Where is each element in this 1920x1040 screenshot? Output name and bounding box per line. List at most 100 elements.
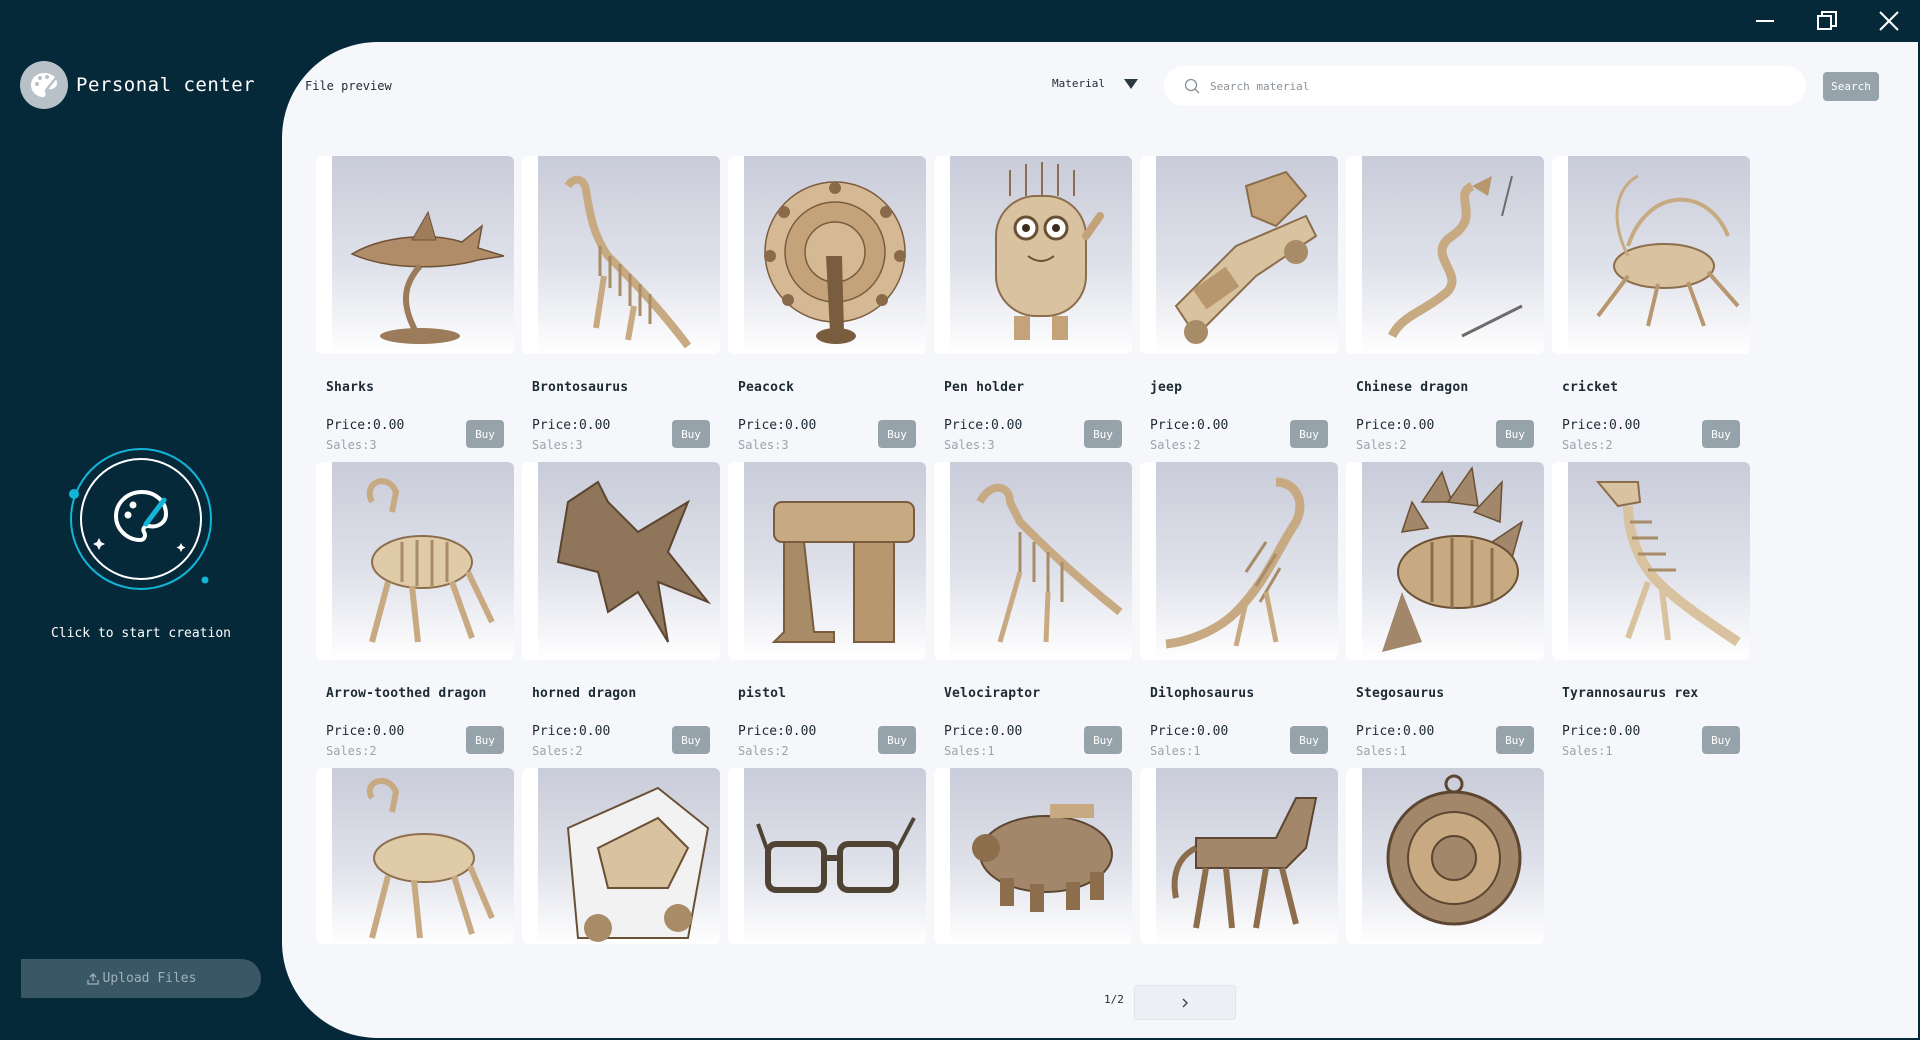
product-card[interactable]	[522, 768, 720, 944]
buy-button[interactable]: Buy	[1084, 420, 1122, 448]
upload-files-label: Upload Files	[102, 971, 197, 986]
product-price: Price:0.00	[532, 724, 611, 739]
product-price: Price:0.00	[326, 418, 405, 433]
product-card[interactable]	[316, 768, 514, 944]
product-card[interactable]: Peacock Price:0.00 Sales:3 Buy	[728, 156, 926, 462]
product-sales: Sales:2	[532, 744, 583, 758]
product-price: Price:0.00	[1150, 418, 1229, 433]
product-name: Peacock	[738, 380, 795, 395]
product-sales: Sales:3	[944, 438, 995, 452]
minimize-icon	[1756, 20, 1774, 22]
product-card[interactable]: Pen holder Price:0.00 Sales:3 Buy	[934, 156, 1132, 462]
product-sales: Sales:3	[532, 438, 583, 452]
material-filter-label: Material	[1052, 77, 1105, 90]
minimize-button[interactable]	[1734, 0, 1796, 42]
buy-button[interactable]: Buy	[672, 726, 710, 754]
product-card[interactable]: Brontosaurus Price:0.00 Sales:3 Buy	[522, 156, 720, 462]
product-card[interactable]: Tyrannosaurus rex Price:0.00 Sales:1 Buy	[1552, 462, 1750, 768]
product-card[interactable]: Sharks Price:0.00 Sales:3 Buy	[316, 156, 514, 462]
product-card[interactable]	[728, 768, 926, 944]
search-box	[1164, 66, 1806, 106]
product-card[interactable]: jeep Price:0.00 Sales:2 Buy	[1140, 156, 1338, 462]
restore-button[interactable]	[1796, 0, 1858, 42]
product-card[interactable]: Stegosaurus Price:0.00 Sales:1 Buy	[1346, 462, 1544, 768]
buy-button[interactable]: Buy	[1084, 726, 1122, 754]
buy-button[interactable]: Buy	[1702, 420, 1740, 448]
product-card[interactable]: Arrow-toothed dragon Price:0.00 Sales:2 …	[316, 462, 514, 768]
start-creation-label: Click to start creation	[50, 626, 231, 641]
product-name: Brontosaurus	[532, 380, 629, 395]
product-thumbnail	[728, 462, 926, 660]
medallion-model-image	[1386, 774, 1522, 926]
buy-button[interactable]: Buy	[672, 420, 710, 448]
dilophosaurus-model-image	[1165, 477, 1305, 649]
product-sales: Sales:2	[326, 744, 377, 758]
product-name: cricket	[1562, 380, 1619, 395]
product-thumbnail	[522, 768, 720, 944]
buy-button[interactable]: Buy	[466, 726, 504, 754]
product-card[interactable]: Dilophosaurus Price:0.00 Sales:1 Buy	[1140, 462, 1338, 768]
velociraptor-model-image	[976, 483, 1123, 643]
start-creation-button[interactable]	[66, 444, 216, 594]
product-card[interactable]: horned dragon Price:0.00 Sales:2 Buy	[522, 462, 720, 768]
product-thumbnail	[728, 156, 926, 354]
product-sales: Sales:1	[1562, 744, 1613, 758]
chevron-right-icon	[1182, 998, 1188, 1007]
buy-button[interactable]: Buy	[1290, 420, 1328, 448]
skeleton-dragon-model-image	[366, 778, 495, 939]
product-card[interactable]: Velociraptor Price:0.00 Sales:1 Buy	[934, 462, 1132, 768]
product-thumbnail	[1140, 768, 1338, 944]
product-card[interactable]: Chinese dragon Price:0.00 Sales:2 Buy	[1346, 156, 1544, 462]
product-card[interactable]: cricket Price:0.00 Sales:2 Buy	[1552, 156, 1750, 462]
buy-button[interactable]: Buy	[1702, 726, 1740, 754]
search-button[interactable]: Search	[1823, 72, 1879, 101]
window-controls	[1734, 0, 1920, 42]
product-card[interactable]	[934, 768, 1132, 944]
product-name: Chinese dragon	[1356, 380, 1469, 395]
upload-files-button[interactable]: Upload Files	[21, 959, 261, 998]
product-card[interactable]	[1140, 768, 1338, 944]
product-thumbnail	[522, 462, 720, 660]
product-sales: Sales:1	[1150, 744, 1201, 758]
product-card[interactable]	[1346, 768, 1544, 944]
product-sales: Sales:2	[1356, 438, 1407, 452]
arrow-toothed-dragon-model-image	[366, 478, 495, 643]
material-filter-dropdown[interactable]: Material	[1052, 77, 1139, 90]
product-sales: Sales:2	[1562, 438, 1613, 452]
creation-palette-icon	[69, 448, 212, 590]
buy-button[interactable]: Buy	[1290, 726, 1328, 754]
product-price: Price:0.00	[1562, 418, 1641, 433]
product-thumbnail	[934, 462, 1132, 660]
buy-button[interactable]: Buy	[1496, 420, 1534, 448]
product-sales: Sales:1	[944, 744, 995, 758]
app-window: Personal center Click to start creation	[0, 0, 1920, 1040]
product-sales: Sales:1	[1356, 744, 1407, 758]
product-thumbnail	[934, 156, 1132, 354]
product-price: Price:0.00	[738, 724, 817, 739]
close-button[interactable]	[1858, 0, 1920, 42]
product-thumbnail	[1140, 462, 1338, 660]
product-thumbnail	[1346, 768, 1544, 944]
product-name: Velociraptor	[944, 686, 1041, 701]
product-card[interactable]: pistol Price:0.00 Sales:2 Buy	[728, 462, 926, 768]
page-indicator: 1/2	[1104, 993, 1124, 1006]
product-price: Price:0.00	[1150, 724, 1229, 739]
buy-button[interactable]: Buy	[466, 420, 504, 448]
buy-button[interactable]: Buy	[1496, 726, 1534, 754]
buy-button[interactable]: Buy	[878, 726, 916, 754]
product-price: Price:0.00	[738, 418, 817, 433]
product-name: Stegosaurus	[1356, 686, 1445, 701]
profile-link[interactable]: Personal center	[20, 61, 255, 109]
tyrannosaurus-rex-model-image	[1595, 481, 1741, 647]
shark-model-image	[350, 210, 505, 344]
product-name: Tyrannosaurus rex	[1562, 686, 1699, 701]
sidebar: Personal center Click to start creation	[0, 0, 282, 1040]
search-input[interactable]	[1208, 78, 1792, 94]
product-thumbnail	[316, 768, 514, 944]
palette-icon	[31, 73, 57, 97]
next-page-button[interactable]	[1134, 985, 1236, 1020]
pen-holder-model-image	[995, 162, 1104, 340]
buy-button[interactable]: Buy	[878, 420, 916, 448]
product-name: Pen holder	[944, 380, 1025, 395]
product-sales: Sales:3	[326, 438, 377, 452]
